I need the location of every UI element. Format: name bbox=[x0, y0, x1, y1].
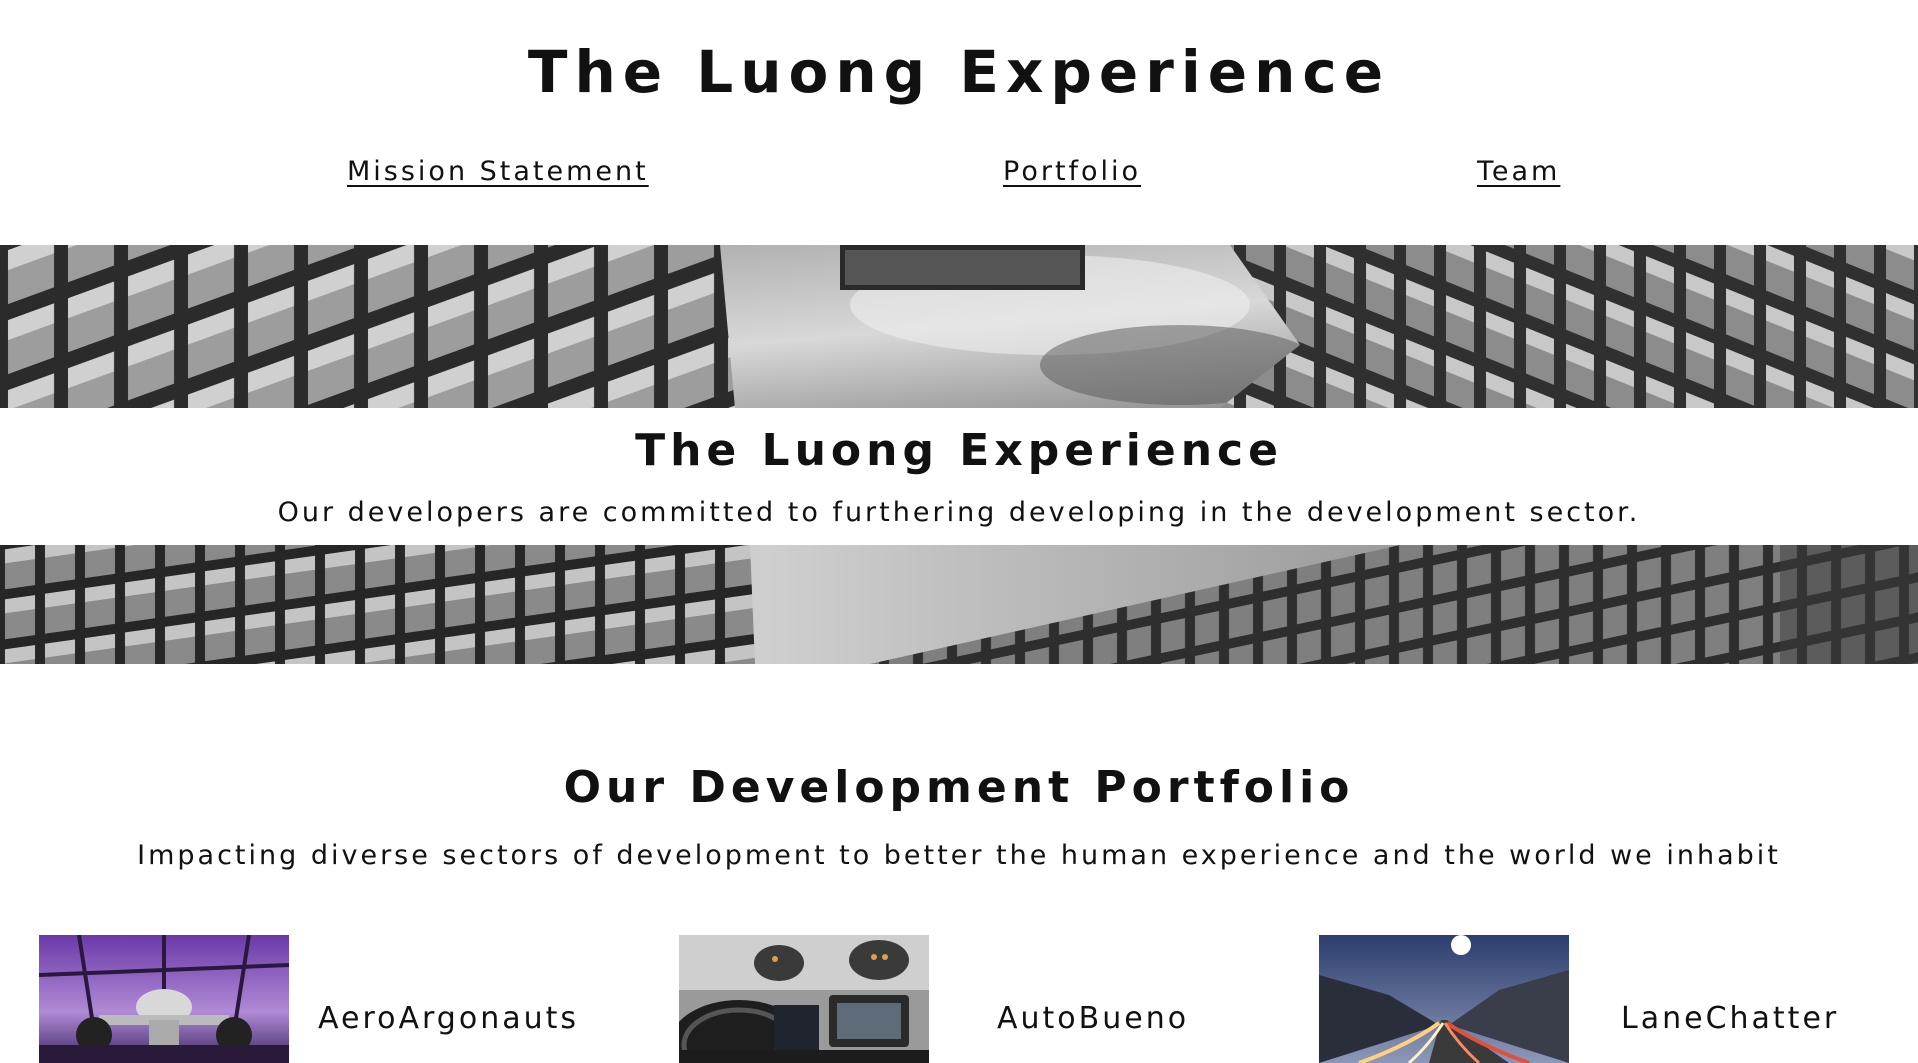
project-card-aeroargonauts[interactable]: AeroArgonauts bbox=[39, 935, 639, 1063]
nav-link-mission-statement[interactable]: Mission Statement bbox=[347, 156, 649, 187]
aircraft-hangar-photo bbox=[39, 935, 289, 1063]
hero-banner-image-bottom bbox=[0, 545, 1918, 664]
nav-link-team[interactable]: Team bbox=[1477, 156, 1560, 187]
hero-text-block: The Luong Experience Our developers are … bbox=[0, 408, 1918, 545]
project-name[interactable]: AeroArgonauts bbox=[318, 1001, 579, 1036]
site-title: The Luong Experience bbox=[527, 38, 1391, 106]
car-dashboard-photo bbox=[679, 935, 929, 1063]
project-name[interactable]: AutoBueno bbox=[997, 1001, 1189, 1036]
portfolio-subtitle: Impacting diverse sectors of development… bbox=[137, 840, 1781, 871]
hero-subtitle: Our developers are committed to furtheri… bbox=[277, 497, 1641, 528]
nav-link-portfolio[interactable]: Portfolio bbox=[1003, 156, 1141, 187]
highway-light-trails-photo bbox=[1319, 935, 1569, 1063]
hero-title: The Luong Experience bbox=[635, 425, 1283, 476]
hero-banner-image-top bbox=[0, 245, 1918, 408]
portfolio-title: Our Development Portfolio bbox=[563, 762, 1355, 813]
project-card-lanechatter[interactable]: LaneChatter bbox=[1319, 935, 1918, 1063]
project-name[interactable]: LaneChatter bbox=[1621, 1001, 1839, 1036]
project-card-autobueno[interactable]: AutoBueno bbox=[679, 935, 1279, 1063]
